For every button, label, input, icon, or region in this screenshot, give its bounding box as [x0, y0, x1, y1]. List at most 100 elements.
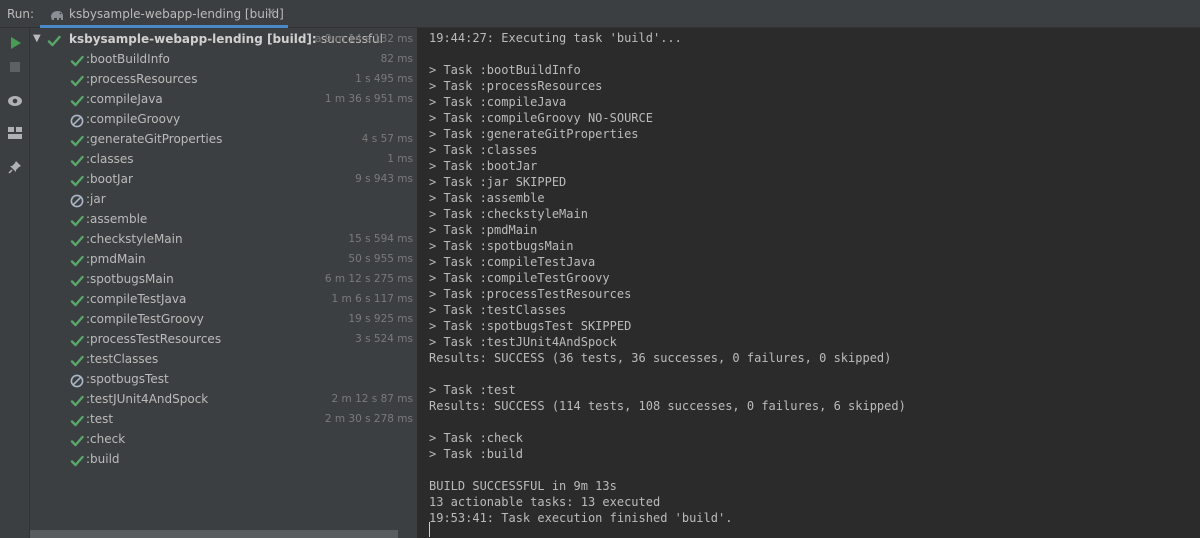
tree-task-duration: 4 s 57 ms — [361, 133, 413, 145]
console-line: > Task :spotbugsMain — [429, 239, 574, 253]
tree-task-row[interactable]: :check — [30, 430, 417, 450]
gradle-elephant-icon — [49, 7, 65, 26]
tree-task-row[interactable]: :spotbugsMain 6 m 12 s 275 ms — [30, 270, 417, 290]
tree-task-duration: 1 m 36 s 951 ms — [324, 93, 413, 105]
close-icon[interactable]: × — [266, 5, 276, 19]
tree-task-row[interactable]: :generateGitProperties 4 s 57 ms — [30, 130, 417, 150]
tree-task-duration: 1 s 495 ms — [355, 73, 413, 85]
console-line: > Task :classes — [429, 143, 538, 157]
tree-task-label: :compileTestGroovy — [86, 312, 204, 326]
console-line: 19:53:41: Task execution finished 'build… — [429, 511, 733, 525]
tree-task-row[interactable]: :checkstyleMain 15 s 594 ms — [30, 230, 417, 250]
pin-icon[interactable] — [6, 158, 24, 176]
tree-task-row[interactable]: :classes 1 ms — [30, 150, 417, 170]
console-line: > Task :generateGitProperties — [429, 127, 639, 141]
tree-task-duration: 9 s 943 ms — [355, 173, 413, 185]
tree-task-duration: 1 m 6 s 117 ms — [331, 293, 414, 305]
checkmark-icon — [70, 273, 84, 287]
rerun-icon[interactable] — [6, 34, 24, 52]
tree-task-label: :jar — [86, 192, 106, 206]
console-line: > Task :processTestResources — [429, 287, 632, 301]
checkmark-icon — [70, 413, 84, 427]
checkmark-icon — [70, 93, 84, 107]
checkmark-icon — [70, 433, 84, 447]
tree-task-label: :classes — [86, 152, 134, 166]
stop-icon[interactable] — [6, 58, 24, 76]
tree-task-label: :check — [86, 432, 126, 446]
checkmark-icon — [70, 293, 84, 307]
tab-title: ksbysample-webapp-lending [build] — [69, 7, 284, 21]
tree-task-label: :assemble — [86, 212, 148, 226]
tree-task-row[interactable]: :jar — [30, 190, 417, 210]
checkmark-icon — [47, 33, 61, 47]
tree-task-row[interactable]: :assemble — [30, 210, 417, 230]
tree-task-row[interactable]: :test 2 m 30 s 278 ms — [30, 410, 417, 430]
tree-task-row[interactable]: :compileJava 1 m 36 s 951 ms — [30, 90, 417, 110]
tree-task-duration: 50 s 955 ms — [348, 253, 413, 265]
tree-task-label: :compileJava — [86, 92, 163, 106]
checkmark-icon — [70, 253, 84, 267]
tree-task-label: :testClasses — [86, 352, 159, 366]
tree-task-label: :generateGitProperties — [86, 132, 223, 146]
checkmark-icon — [70, 153, 84, 167]
tree-task-row[interactable]: :bootJar 9 s 943 ms — [30, 170, 417, 190]
checkmark-icon — [70, 53, 84, 67]
tree-task-row[interactable]: :testClasses — [30, 350, 417, 370]
checkmark-icon — [70, 213, 84, 227]
checkmark-icon — [70, 233, 84, 247]
tree-task-label: :build — [86, 452, 120, 466]
text-caret — [429, 522, 430, 537]
tree-task-row[interactable]: :testJUnit4AndSpock 2 m 12 s 87 ms — [30, 390, 417, 410]
console-line: > Task :check — [429, 431, 523, 445]
tree-task-row[interactable]: :compileTestGroovy 19 s 925 ms — [30, 310, 417, 330]
console-output[interactable]: 19:44:27: Executing task 'build'... > Tas… — [418, 28, 1200, 538]
collapse-arrow-icon[interactable]: ▼ — [33, 33, 41, 44]
tree-task-duration: 1 ms — [387, 153, 413, 165]
console-line: > Task :pmdMain — [429, 223, 538, 237]
tree-task-row[interactable]: :compileGroovy — [30, 110, 417, 130]
console-line: > Task :checkstyleMain — [429, 207, 588, 221]
tree-horizontal-scrollbar[interactable] — [30, 530, 398, 538]
run-toolbar: Run: ksbysample-webapp-lending [build] × — [0, 0, 1200, 28]
build-tree: ▼ ksbysample-webapp-lending [build]: suc… — [30, 28, 417, 538]
console-line: > Task :bootJar — [429, 159, 538, 173]
console-line: > Task :compileJava — [429, 95, 567, 109]
tree-root-row[interactable]: ▼ ksbysample-webapp-lending [build]: suc… — [30, 30, 417, 50]
tree-task-row[interactable]: :build — [30, 450, 417, 470]
tree-task-label: :compileGroovy — [86, 112, 181, 126]
console-line: > Task :compileTestGroovy — [429, 271, 610, 285]
run-label: Run: — [7, 7, 35, 21]
tree-task-duration: 2 m 12 s 87 ms — [331, 393, 414, 405]
tree-task-label: :test — [86, 412, 114, 426]
layout-icon[interactable] — [6, 124, 24, 142]
tree-task-label: :checkstyleMain — [86, 232, 183, 246]
checkmark-icon — [70, 133, 84, 147]
checkmark-icon — [70, 353, 84, 367]
tree-task-label: :processTestResources — [86, 332, 222, 346]
console-line: > Task :test — [429, 383, 516, 397]
tree-task-duration: 3 s 524 ms — [355, 333, 413, 345]
root-duration: a 9 m 14 s 132 ms — [315, 33, 413, 45]
tree-task-row[interactable]: :processTestResources 3 s 524 ms — [30, 330, 417, 350]
checkmark-icon — [70, 173, 84, 187]
tree-task-label: :testJUnit4AndSpock — [86, 392, 209, 406]
tree-task-row[interactable]: :compileTestJava 1 m 6 s 117 ms — [30, 290, 417, 310]
console-line: 13 actionable tasks: 13 executed — [429, 495, 661, 509]
tree-task-duration: 6 m 12 s 275 ms — [324, 273, 413, 285]
tree-task-label: :bootJar — [86, 172, 133, 186]
tree-task-row[interactable]: :processResources 1 s 495 ms — [30, 70, 417, 90]
tree-task-row[interactable]: :pmdMain 50 s 955 ms — [30, 250, 417, 270]
checkmark-icon — [70, 453, 84, 467]
tree-task-duration: 2 m 30 s 278 ms — [324, 413, 413, 425]
checkmark-icon — [70, 333, 84, 347]
run-actions-strip — [0, 28, 30, 538]
tree-task-duration: 15 s 594 ms — [348, 233, 413, 245]
console-line: > Task :processResources — [429, 79, 603, 93]
checkmark-icon — [70, 73, 84, 87]
tree-task-row[interactable]: :bootBuildInfo 82 ms — [30, 50, 417, 70]
tree-task-row[interactable]: :spotbugsTest — [30, 370, 417, 390]
console-line: > Task :compileTestJava — [429, 255, 596, 269]
tab-build[interactable]: ksbysample-webapp-lending [build] × — [40, 0, 288, 28]
tree-task-duration: 82 ms — [380, 53, 413, 65]
toggle-view-icon[interactable] — [6, 92, 24, 110]
